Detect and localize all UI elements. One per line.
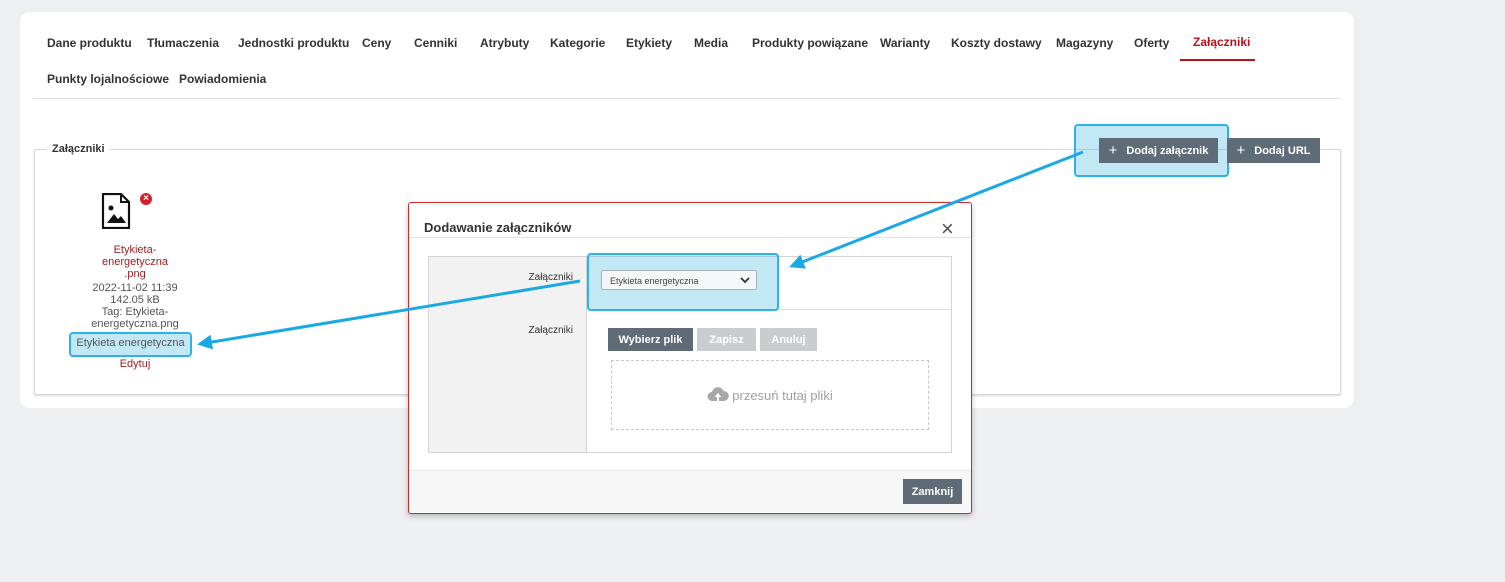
modal-title: Dodawanie załączników	[424, 220, 572, 235]
tab-atrybuty[interactable]: Atrybuty	[480, 36, 529, 50]
add-url-button[interactable]: + Dodaj URL	[1227, 138, 1320, 163]
plus-icon: +	[1108, 142, 1118, 159]
tabs-divider	[33, 98, 1340, 99]
tab-tlumaczenia[interactable]: Tłumaczenia	[147, 36, 219, 50]
attachment-tag-line2: energetyczna.png	[91, 318, 179, 330]
attachment-tag-label: Etykieta energetyczna	[76, 337, 185, 349]
tab-media[interactable]: Media	[694, 36, 728, 50]
close-icon[interactable]: ×	[941, 218, 954, 240]
add-attachments-modal: Dodawanie załączników × Załączniki Załąc…	[408, 202, 972, 514]
save-button[interactable]: Zapisz	[697, 328, 756, 351]
cancel-button[interactable]: Anuluj	[760, 328, 817, 351]
attachment-size: 142.05 kB	[110, 294, 160, 306]
attachment-tag-line1: Tag: Etykieta-	[101, 306, 169, 318]
attachment-tag-select[interactable]: Etykieta energetyczna	[601, 270, 757, 290]
tab-cenniki[interactable]: Cenniki	[414, 36, 457, 50]
image-file-icon[interactable]	[101, 193, 131, 229]
attachment-name-line1[interactable]: Etykieta-	[90, 244, 180, 256]
add-attachment-label: Dodaj załącznik	[1126, 144, 1209, 157]
tab-ceny[interactable]: Ceny	[362, 36, 391, 50]
file-drop-zone[interactable]: przesuń tutaj pliki	[611, 360, 929, 430]
attachment-edit-link[interactable]: Edytuj	[90, 358, 180, 370]
drop-zone-text: przesuń tutaj pliki	[732, 387, 833, 403]
modal-header-divider	[409, 237, 971, 238]
chevron-down-icon	[740, 277, 750, 284]
attachment-item: Etykieta- energetyczna .png 2022-11-02 1…	[90, 244, 180, 330]
attachment-date: 2022-11-02 11:39	[92, 282, 178, 294]
tab-kategorie[interactable]: Kategorie	[550, 36, 605, 50]
remove-attachment-icon[interactable]: ×	[140, 193, 152, 205]
form-label-attachments: Załączniki	[528, 272, 573, 283]
tab-dane-produktu[interactable]: Dane produktu	[47, 36, 132, 50]
tab-koszty-dostawy[interactable]: Koszty dostawy	[951, 36, 1042, 50]
cloud-upload-icon	[707, 387, 730, 403]
tab-etykiety[interactable]: Etykiety	[626, 36, 672, 50]
tab-powiadomienia[interactable]: Powiadomienia	[179, 72, 266, 86]
attachment-name-line2[interactable]: energetyczna	[90, 256, 180, 268]
attachments-legend: Załączniki	[47, 143, 110, 155]
select-value: Etykieta energetyczna	[610, 276, 699, 286]
edit-link[interactable]: Edytuj	[120, 358, 151, 370]
form-label-attachments-files: Załączniki	[528, 325, 573, 336]
form-label-column	[429, 257, 587, 452]
tab-magazyny[interactable]: Magazyny	[1056, 36, 1113, 50]
tab-warianty[interactable]: Warianty	[880, 36, 930, 50]
tab-jednostki-produktu[interactable]: Jednostki produktu	[238, 36, 349, 50]
active-tab-underline	[1180, 59, 1255, 61]
plus-icon: +	[1236, 142, 1246, 159]
choose-file-button[interactable]: Wybierz plik	[608, 328, 693, 351]
tab-oferty[interactable]: Oferty	[1134, 36, 1169, 50]
tab-punkty-lojalnosciowe[interactable]: Punkty lojalnościowe	[47, 72, 169, 86]
tab-produkty-powiazane[interactable]: Produkty powiązane	[752, 36, 868, 50]
attachment-name-line3[interactable]: .png	[90, 268, 180, 280]
tab-zalaczniki[interactable]: Załączniki	[1193, 35, 1250, 49]
add-attachment-button[interactable]: + Dodaj załącznik	[1099, 138, 1218, 163]
add-url-label: Dodaj URL	[1254, 144, 1311, 157]
close-modal-button[interactable]: Zamknij	[903, 479, 962, 504]
modal-footer: Zamknij	[409, 471, 971, 512]
